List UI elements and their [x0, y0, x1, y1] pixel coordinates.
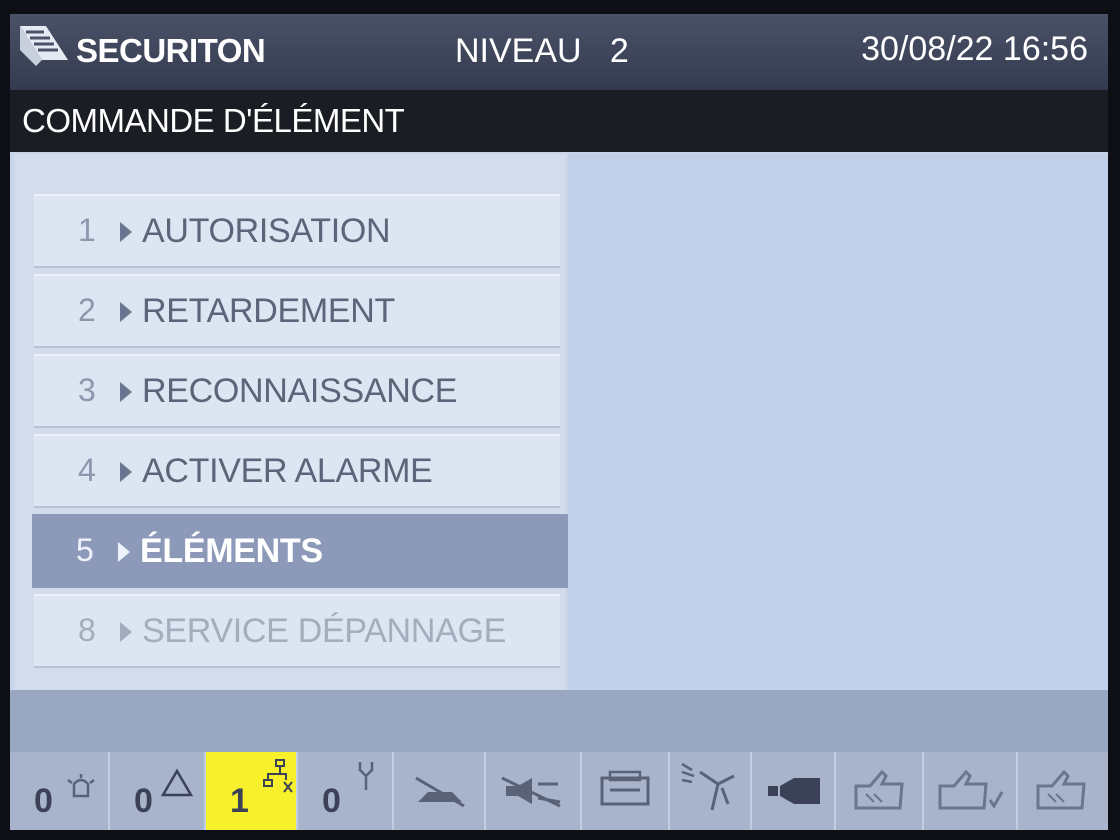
lcd-screen: SECURITON NIVEAU 2 30/08/22 16:56 COMMAN… [10, 14, 1108, 830]
menu-item-number: 8 [78, 612, 96, 648]
warning-counter[interactable]: 0 [110, 752, 206, 830]
disablement-counter[interactable]: 0 [298, 752, 394, 830]
hand-ok-button[interactable] [836, 752, 924, 830]
fault-count: 1 [230, 782, 249, 820]
fault-icon [263, 759, 293, 793]
horn-icon [768, 778, 820, 804]
menu-item-service-depannage[interactable]: 8 SERVICE DÉPANNAGE [34, 594, 560, 668]
printer-button[interactable] [582, 752, 670, 830]
menu-item-label: RETARDEMENT [142, 292, 395, 330]
menu-item-number: 1 [78, 212, 96, 248]
printer-icon [600, 770, 650, 806]
arrow-right-icon [120, 302, 132, 322]
detector-off-icon [415, 776, 465, 808]
menu-item-elements[interactable]: 5 ÉLÉMENTS [32, 514, 580, 588]
alarm-icon [67, 774, 95, 798]
hand-ok-button-2[interactable] [1018, 752, 1108, 830]
menu-item-number: 3 [78, 372, 96, 408]
hand-check-button[interactable] [924, 752, 1018, 830]
detector-off-button[interactable] [394, 752, 486, 830]
menu-panel: 1 AUTORISATION 2 RETARDEMENT 3 RECONNAIS… [14, 154, 580, 690]
menu-item-autorisation[interactable]: 1 AUTORISATION [34, 194, 560, 268]
date-time: 30/08/22 16:56 [861, 30, 1088, 68]
sprinkler-button[interactable] [670, 752, 752, 830]
title-bar: COMMANDE D'ÉLÉMENT [10, 90, 1108, 152]
info-band [10, 690, 1108, 752]
arrow-right-icon [120, 382, 132, 402]
detail-panel [568, 154, 1108, 690]
warning-count: 0 [134, 782, 153, 820]
access-level: NIVEAU 2 [455, 32, 629, 70]
menu-item-label: ÉLÉMENTS [140, 532, 323, 570]
menu-item-label: RECONNAISSANCE [142, 372, 458, 410]
menu-item-number: 2 [78, 292, 96, 328]
arrow-right-icon [120, 222, 132, 242]
menu-item-label: ACTIVER ALARME [142, 452, 433, 490]
menu-item-label: SERVICE DÉPANNAGE [142, 612, 506, 650]
siren-off-icon [501, 776, 561, 808]
hand-ok-icon [1036, 769, 1086, 810]
alarm-counter[interactable]: 0 [10, 752, 110, 830]
menu-item-retardement[interactable]: 2 RETARDEMENT [34, 274, 560, 348]
hand-check-icon [938, 769, 1004, 810]
hand-ok-icon [854, 769, 904, 810]
menu-item-number: 5 [76, 532, 94, 568]
horn-button[interactable] [752, 752, 836, 830]
brand-name: SECURITON [76, 32, 266, 69]
disablement-icon [358, 762, 374, 790]
arrow-right-icon [120, 462, 132, 482]
menu-item-number: 4 [78, 452, 96, 488]
alarm-count: 0 [34, 782, 53, 820]
menu-item-reconnaissance[interactable]: 3 RECONNAISSANCE [34, 354, 560, 428]
arrow-right-icon [120, 622, 132, 642]
status-bar: 0 0 1 0 [10, 752, 1108, 830]
siren-off-button[interactable] [486, 752, 582, 830]
menu-item-activer-alarme[interactable]: 4 ACTIVER ALARME [34, 434, 560, 508]
sprinkler-icon [681, 762, 735, 811]
menu-item-label: AUTORISATION [142, 212, 391, 250]
page-title: COMMANDE D'ÉLÉMENT [22, 102, 405, 139]
fault-counter[interactable]: 1 [206, 752, 298, 830]
disabled-count: 0 [322, 782, 341, 820]
header-bar: SECURITON NIVEAU 2 30/08/22 16:56 [10, 14, 1108, 90]
arrow-right-icon [118, 542, 130, 562]
securiton-logo-icon [20, 26, 68, 66]
warning-icon [160, 768, 194, 797]
